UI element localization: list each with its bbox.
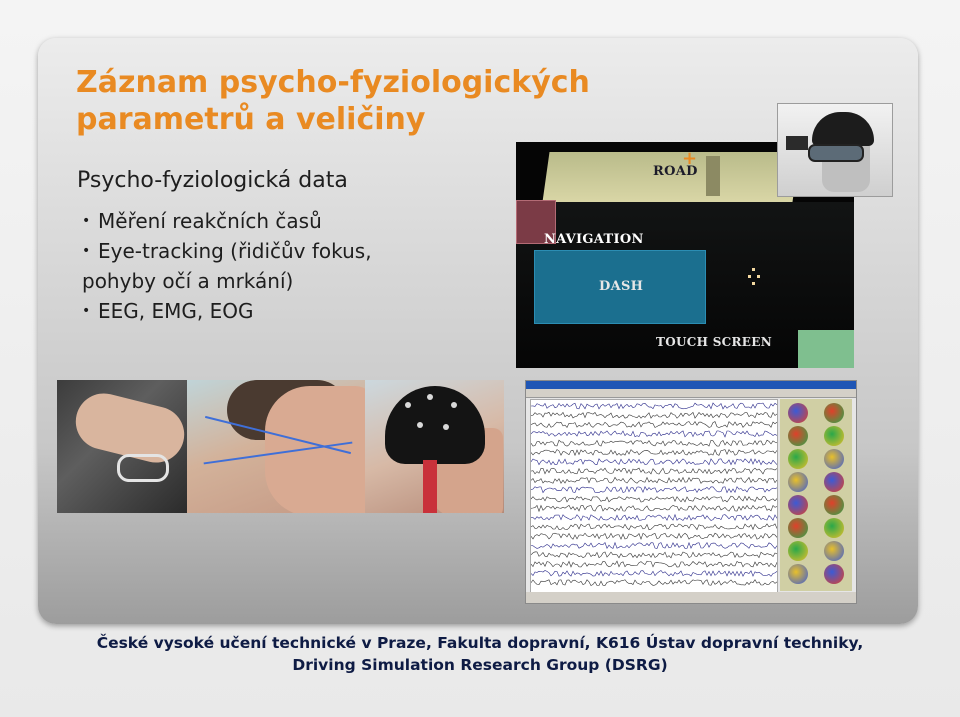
eeg-window-titlebar bbox=[526, 381, 856, 389]
footer: České vysoké učení technické v Praze, Fa… bbox=[0, 632, 960, 676]
eeg-window-toolbar bbox=[526, 389, 856, 398]
eeg-trace-line bbox=[531, 504, 777, 513]
eeg-trace-line bbox=[531, 532, 777, 540]
slide-title: Záznam psycho-fyziologických parametrů a… bbox=[76, 64, 596, 138]
eeg-cap bbox=[385, 386, 485, 464]
touch-screen-display bbox=[798, 330, 854, 368]
eeg-trace-line bbox=[531, 541, 777, 549]
eeg-trace-line bbox=[531, 476, 777, 484]
eeg-trace-line bbox=[531, 439, 777, 447]
topography-map bbox=[788, 564, 808, 584]
eeg-software-screenshot bbox=[525, 380, 857, 604]
eeg-trace-line bbox=[531, 570, 777, 577]
eeg-trace-line bbox=[531, 485, 777, 494]
topography-map bbox=[824, 403, 844, 423]
bullet-text: Měření reakčních časů bbox=[98, 209, 322, 233]
bullet-item: • Měření reakčních časů bbox=[78, 206, 508, 236]
eye-tracker-headset-image bbox=[777, 103, 893, 197]
wrist-band bbox=[117, 454, 169, 482]
electrode bbox=[405, 402, 411, 408]
eeg-trace-line bbox=[531, 458, 777, 466]
topography-map bbox=[824, 541, 844, 561]
topography-map bbox=[824, 449, 844, 469]
slide-subtitle: Psycho-fyziologická data bbox=[77, 168, 348, 193]
topography-map bbox=[824, 495, 844, 515]
tracker-camera bbox=[786, 136, 808, 150]
bullet-text: pohyby očí a mrkání) bbox=[82, 269, 294, 293]
navigation-label: NAVIGATION bbox=[544, 232, 644, 247]
topography-map bbox=[788, 426, 808, 446]
tracker-goggles bbox=[808, 144, 864, 162]
eeg-cap-photo bbox=[365, 380, 504, 513]
sensor-photos bbox=[57, 380, 504, 513]
electrode bbox=[443, 424, 449, 430]
bullet-list: • Měření reakčních časů • Eye-tracking (ři… bbox=[78, 206, 508, 326]
eeg-trace-line bbox=[531, 495, 777, 503]
topography-map bbox=[788, 541, 808, 561]
face bbox=[265, 386, 365, 513]
bullet-item: • EEG, EMG, EOG bbox=[78, 296, 508, 326]
eeg-trace-line bbox=[531, 467, 777, 475]
eeg-topography-panel bbox=[780, 399, 852, 591]
touch-screen-label: TOUCH SCREEN bbox=[656, 335, 772, 349]
electrode bbox=[427, 394, 433, 400]
eeg-trace-line bbox=[531, 402, 777, 410]
eeg-trace-line bbox=[531, 448, 777, 457]
eeg-trace-line bbox=[531, 421, 777, 428]
gaze-points bbox=[748, 268, 762, 286]
topography-map bbox=[788, 518, 808, 538]
eeg-traces bbox=[530, 399, 778, 593]
cap-strap bbox=[423, 460, 437, 513]
bullet-icon: • bbox=[82, 213, 91, 229]
topography-map bbox=[788, 403, 808, 423]
eeg-trace-line bbox=[531, 513, 777, 522]
eeg-statusbar bbox=[526, 592, 856, 603]
electrode bbox=[451, 402, 457, 408]
eeg-trace-line bbox=[531, 560, 777, 568]
bullet-text: EEG, EMG, EOG bbox=[98, 299, 254, 323]
eeg-trace-line bbox=[531, 411, 777, 419]
topography-map bbox=[824, 426, 844, 446]
eeg-trace-line bbox=[531, 551, 777, 559]
bullet-icon: • bbox=[82, 243, 91, 259]
topography-map bbox=[824, 564, 844, 584]
eeg-trace-line bbox=[531, 430, 777, 438]
topography-map bbox=[788, 449, 808, 469]
footer-line-1: České vysoké učení technické v Praze, Fa… bbox=[96, 634, 864, 652]
bullet-icon: • bbox=[82, 303, 91, 319]
footer-line-2: Driving Simulation Research Group (DSRG) bbox=[292, 656, 668, 674]
topography-map bbox=[788, 495, 808, 515]
road-marking bbox=[706, 156, 720, 196]
electrode bbox=[417, 422, 423, 428]
topography-map bbox=[824, 518, 844, 538]
eeg-trace-line bbox=[531, 523, 777, 531]
topography-map bbox=[824, 472, 844, 492]
bullet-text: Eye-tracking (řidičův fokus, bbox=[98, 239, 372, 263]
slide-title-line-2: parametrů a veličiny bbox=[76, 102, 426, 137]
bullet-continuation: pohyby očí a mrkání) bbox=[78, 266, 508, 296]
dash-label: DASH bbox=[599, 279, 644, 294]
eeg-trace-line bbox=[531, 579, 777, 587]
eog-electrodes-photo bbox=[187, 380, 365, 513]
road-label: ROAD bbox=[653, 164, 698, 179]
slide-title-line-1: Záznam psycho-fyziologických bbox=[76, 65, 590, 100]
wrist-sensor-photo bbox=[57, 380, 187, 513]
bullet-item: • Eye-tracking (řidičův fokus, bbox=[78, 236, 508, 266]
topography-map bbox=[788, 472, 808, 492]
headset-helmet bbox=[812, 112, 874, 146]
